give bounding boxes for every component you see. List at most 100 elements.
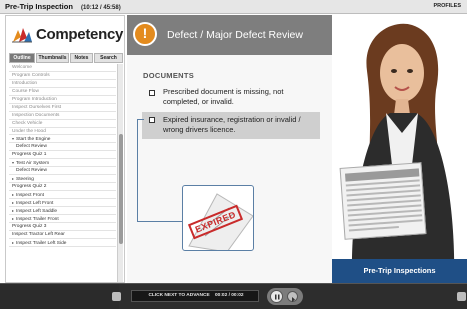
tab-thumbnails[interactable]: Thumbnails — [36, 53, 69, 63]
outline-item-label: Introduction — [12, 80, 38, 86]
option-2-line-2: wrong drivers licence. — [163, 125, 236, 134]
connector-line — [137, 119, 138, 221]
option-1-line-2: completed, or invalid. — [163, 97, 234, 106]
next-button[interactable] — [287, 291, 298, 302]
licence-document-image — [339, 162, 427, 240]
outline-item[interactable]: Defect Review — [9, 167, 116, 176]
competencymill-logo-icon — [12, 28, 32, 43]
outline-item[interactable]: Program Introduction — [9, 96, 116, 104]
outline-item-label: Defect Review — [16, 144, 47, 150]
option-1-line-1: Prescribed document is missing, not — [163, 87, 284, 96]
outline-item-label: Program Introduction — [12, 96, 57, 102]
chevron-right-icon: ▸ — [12, 192, 15, 197]
outline-item-label: Progress Quiz 1 — [12, 152, 47, 158]
menu-icon[interactable] — [457, 292, 466, 301]
outline-item[interactable]: ▸ Inspect Trailer Left Side — [9, 239, 116, 247]
slide-content: ! Defect / Major Defect Review DOCUMENTS… — [127, 15, 467, 283]
volume-icon[interactable] — [112, 292, 121, 301]
outline-item[interactable]: ▾ Test Air System — [9, 159, 116, 168]
outline-item[interactable]: ▾ Start the Engine — [9, 135, 116, 144]
advance-message: CLICK NEXT TO ADVANCE 00:02 / 00:02 — [131, 290, 259, 302]
outline-item[interactable]: Program Controls — [9, 72, 116, 80]
outline-item-label: Inspect Trailer Left Side — [16, 240, 67, 246]
outline-item[interactable]: Check Vehicle — [9, 120, 116, 128]
outline-item[interactable]: ▸ Inspect Trailer Front — [9, 215, 116, 223]
presenter-image — [332, 15, 467, 283]
top-bar: Pre-Trip Inspection (10:12 / 45:58) PROF… — [0, 0, 467, 14]
outline-item-label: Inspect Ourselves First — [12, 104, 62, 110]
chevron-down-icon: ▾ — [12, 136, 15, 142]
pause-icon — [275, 294, 280, 300]
outline-item[interactable]: Course Flow — [9, 88, 116, 96]
outline-item-label: Inspect Tractor Left Rear — [12, 231, 65, 237]
outline-item[interactable]: Defect Review — [9, 143, 116, 152]
chevron-right-icon: ▸ — [12, 176, 15, 182]
outline-item[interactable]: Welcome — [9, 64, 116, 72]
course-time: (10:12 / 45:58) — [81, 5, 121, 11]
tab-notes[interactable]: Notes — [70, 53, 93, 63]
outline-item-label: Inspect Left Saddle — [16, 208, 58, 214]
option-2-line-1: Expired insurance, registration or inval… — [163, 115, 301, 124]
outline-item[interactable]: Progress Quiz 1 — [9, 151, 116, 160]
player-left-panel — [0, 284, 119, 309]
outline-item-label: Course Flow — [12, 88, 39, 94]
connector-line — [137, 221, 183, 222]
tab-outline[interactable]: Outline — [9, 53, 35, 63]
outline-item[interactable]: Inspect Tractor Left Rear — [9, 231, 116, 239]
warning-icon: ! — [133, 22, 157, 46]
outline-item[interactable]: Progress Quiz 2 — [9, 183, 116, 191]
outline-item[interactable]: ▸ Inspect Left Saddle — [9, 207, 116, 215]
outline-item[interactable]: Inspect Ourselves First — [9, 104, 116, 112]
chevron-right-icon: ▸ — [12, 199, 15, 205]
outline-item[interactable]: ▸ Steering — [9, 175, 116, 184]
outline-item-label: Test Air System — [16, 161, 50, 167]
course-title: Pre-Trip Inspection (10:12 / 45:58) — [5, 2, 121, 11]
chevron-right-icon: ▸ — [12, 207, 15, 213]
outline-item-label: Progress Quiz 2 — [12, 184, 47, 190]
course-title-text: Pre-Trip Inspection — [5, 2, 73, 11]
profiles-link[interactable]: PROFILES — [433, 3, 461, 9]
outline-item-label: Inspection Documents — [12, 112, 60, 118]
advance-text: CLICK NEXT TO ADVANCE 00:02 / 00:02 — [132, 293, 260, 298]
course-banner-text: Pre-Trip Inspections — [363, 266, 436, 275]
course-banner: Pre-Trip Inspections — [332, 259, 467, 283]
section-label: DOCUMENTS — [143, 71, 195, 80]
logo: CompetencyMill — [6, 16, 124, 53]
chevron-right-icon: ▸ — [12, 215, 15, 221]
advance-text-label: CLICK NEXT TO ADVANCE — [148, 293, 210, 298]
outline-item[interactable]: Under the Hood — [9, 128, 116, 136]
outline-item[interactable]: Introduction — [9, 80, 116, 88]
chevron-down-icon: ▾ — [12, 160, 15, 166]
outline-scrollbar[interactable] — [117, 64, 123, 282]
tab-search[interactable]: Search — [94, 53, 123, 63]
option-text-2: Expired insurance, registration or inval… — [163, 115, 301, 135]
outline-item-label: Inspect Trailer Front — [16, 216, 59, 222]
outline-item-label: Check Vehicle — [12, 120, 43, 126]
outline-item-label: Inspect Left Front — [16, 200, 54, 206]
outline-item-label: Program Controls — [12, 72, 50, 78]
expired-document-image: EXPIRED — [182, 185, 254, 251]
next-arrow-icon — [292, 297, 295, 302]
outline-item-label: Under the Hood — [12, 128, 46, 134]
outline-item-label: Steering — [16, 177, 34, 183]
slide-counter: 00:02 / 00:02 — [215, 293, 244, 298]
play-pause-button[interactable] — [270, 290, 283, 303]
outline-item-label: Defect Review — [16, 168, 47, 174]
scrollbar-thumb[interactable] — [119, 134, 123, 244]
outline-item-label: Inspect Front — [16, 193, 45, 198]
slide-title: Defect / Major Defect Review — [167, 29, 303, 41]
option-checkbox-1[interactable] — [149, 90, 155, 96]
option-text-1: Prescribed document is missing, not comp… — [163, 87, 283, 107]
outline-item[interactable]: Inspection Documents — [9, 112, 116, 120]
sidebar-tabs: Outline Thumbnails Notes Search — [9, 53, 123, 63]
outline-item-label: Welcome — [12, 65, 32, 70]
player-controls: CLICK NEXT TO ADVANCE 00:02 / 00:02 — [0, 283, 467, 309]
sidebar: CompetencyMill Outline Thumbnails Notes … — [5, 15, 125, 283]
outline-item[interactable]: ▸ Inspect Left Front — [9, 199, 116, 207]
outline-item[interactable]: ▸ Inspect Front — [9, 191, 116, 199]
option-checkbox-2[interactable] — [149, 117, 155, 123]
outline-list: Welcome Program Controls Introduction Cours… — [9, 64, 116, 282]
logo-text: CompetencyMill — [36, 26, 124, 43]
outline-item[interactable]: Progress Quiz 3 — [9, 223, 116, 231]
chevron-right-icon: ▸ — [12, 239, 15, 245]
